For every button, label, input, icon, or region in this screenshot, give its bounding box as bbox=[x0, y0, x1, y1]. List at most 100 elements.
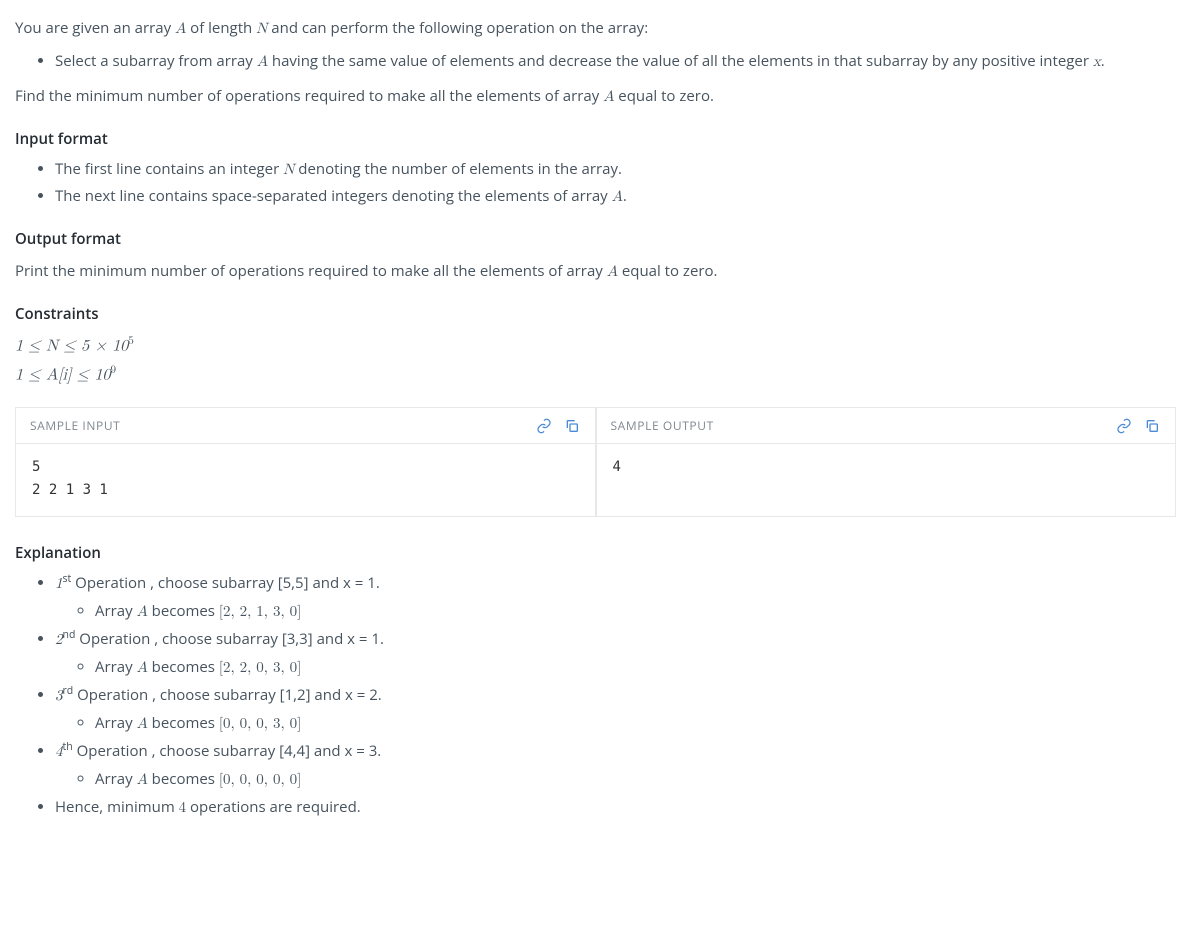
intro-text: and can perform the following operation … bbox=[267, 18, 648, 38]
constraints-block: 1 ≤ N ≤ 5 × 105 1 ≤ A[i] ≤ 109 bbox=[15, 332, 1176, 389]
sub-list: Array A becomes [2, 2, 0, 3, 0] bbox=[55, 655, 1176, 680]
array-label: Array bbox=[95, 769, 137, 789]
text: operations are required. bbox=[186, 797, 361, 817]
math-A: A bbox=[137, 772, 148, 787]
sample-input-title: SAMPLE INPUT bbox=[30, 416, 525, 435]
becomes-text: becomes bbox=[148, 601, 219, 621]
constraints-heading: Constraints bbox=[15, 302, 1176, 326]
array-label: Array bbox=[95, 657, 137, 677]
find-text: equal to zero. bbox=[614, 86, 714, 106]
input-format-heading: Input format bbox=[15, 127, 1176, 151]
bullet-text: having the same value of elements and de… bbox=[268, 51, 1093, 71]
math-expr: 1 ≤ bbox=[15, 367, 46, 383]
link-icon[interactable] bbox=[1115, 417, 1133, 435]
text: Print the minimum number of operations r… bbox=[15, 261, 607, 281]
constraint-2: 1 ≤ A[i] ≤ 109 bbox=[15, 361, 1176, 390]
copy-icon[interactable] bbox=[563, 417, 581, 435]
explanation-item: 3rd Operation , choose subarray [1,2] an… bbox=[55, 683, 1176, 736]
math-sup: 5 bbox=[128, 336, 134, 347]
output-format-text: Print the minimum number of operations r… bbox=[15, 259, 1176, 284]
operation-list: Select a subarray from array A having th… bbox=[15, 49, 1176, 74]
sample-output-header: SAMPLE OUTPUT bbox=[597, 408, 1176, 444]
math-A: A bbox=[175, 21, 186, 36]
math-A: A bbox=[603, 89, 614, 104]
operation-text: Operation , choose subarray [5,5] and x … bbox=[71, 573, 380, 593]
becomes-text: becomes bbox=[148, 769, 219, 789]
find-line: Find the minimum number of operations re… bbox=[15, 84, 1176, 109]
sample-output-box: SAMPLE OUTPUT 4 bbox=[596, 407, 1177, 517]
ordinal: 2 bbox=[55, 632, 63, 647]
link-icon[interactable] bbox=[535, 417, 553, 435]
sample-output-title: SAMPLE OUTPUT bbox=[611, 416, 1106, 435]
ordinal: 3 bbox=[55, 688, 63, 703]
text: . bbox=[623, 186, 627, 206]
ordinal-sup: st bbox=[63, 572, 72, 586]
array-state: Array A becomes [0, 0, 0, 3, 0] bbox=[95, 711, 1176, 736]
input-format-item: The next line contains space-separated i… bbox=[55, 184, 1176, 209]
math-A: A bbox=[137, 660, 148, 675]
explanation-final: Hence, minimum 4 operations are required… bbox=[55, 795, 1176, 820]
math-A: A bbox=[137, 716, 148, 731]
bullet-text: . bbox=[1101, 51, 1105, 71]
array-value: [0, 0, 0, 0, 0] bbox=[219, 772, 301, 787]
math-A: A bbox=[612, 189, 623, 204]
sample-container: SAMPLE INPUT 5 2 2 1 3 1 SAMPLE OUTPUT 4 bbox=[15, 407, 1176, 517]
sub-list: Array A becomes [2, 2, 1, 3, 0] bbox=[55, 599, 1176, 624]
copy-icon[interactable] bbox=[1143, 417, 1161, 435]
math-expr: A[i] bbox=[46, 367, 71, 383]
operation-text: Operation , choose subarray [1,2] and x … bbox=[73, 685, 382, 705]
intro-text: of length bbox=[186, 18, 256, 38]
math-A: A bbox=[257, 54, 268, 69]
array-state: Array A becomes [2, 2, 1, 3, 0] bbox=[95, 599, 1176, 624]
text: equal to zero. bbox=[618, 261, 718, 281]
intro-text: You are given an array bbox=[15, 18, 175, 38]
text: The first line contains an integer bbox=[55, 159, 283, 179]
math-expr: 1 ≤ N ≤ 5 × 10 bbox=[15, 338, 128, 354]
explanation-item: 1st Operation , choose subarray [5,5] an… bbox=[55, 571, 1176, 624]
sample-input-body: 5 2 2 1 3 1 bbox=[16, 444, 595, 516]
sub-list: Array A becomes [0, 0, 0, 0, 0] bbox=[55, 767, 1176, 792]
math-N: N bbox=[283, 162, 294, 177]
math-A: A bbox=[137, 604, 148, 619]
explanation-heading: Explanation bbox=[15, 541, 1176, 565]
math-A: A bbox=[607, 264, 618, 279]
explanation-list: 1st Operation , choose subarray [5,5] an… bbox=[15, 571, 1176, 820]
array-value: [2, 2, 1, 3, 0] bbox=[219, 604, 301, 619]
find-text: Find the minimum number of operations re… bbox=[15, 86, 603, 106]
math-expr: ≤ 10 bbox=[71, 367, 110, 383]
input-format-item: The first line contains an integer N den… bbox=[55, 157, 1176, 182]
ordinal: 1 bbox=[55, 576, 63, 591]
ordinal: 4 bbox=[55, 744, 63, 759]
text: The next line contains space-separated i… bbox=[55, 186, 612, 206]
becomes-text: becomes bbox=[148, 713, 219, 733]
final-num: 4 bbox=[179, 800, 187, 815]
sub-list: Array A becomes [0, 0, 0, 3, 0] bbox=[55, 711, 1176, 736]
text: denoting the number of elements in the a… bbox=[294, 159, 622, 179]
ordinal-sup: th bbox=[63, 740, 73, 754]
array-state: Array A becomes [0, 0, 0, 0, 0] bbox=[95, 767, 1176, 792]
explanation-item: 4th Operation , choose subarray [4,4] an… bbox=[55, 739, 1176, 792]
bullet-text: Select a subarray from array bbox=[55, 51, 257, 71]
text: Hence, minimum bbox=[55, 797, 179, 817]
math-N: N bbox=[256, 21, 267, 36]
sample-input-box: SAMPLE INPUT 5 2 2 1 3 1 bbox=[15, 407, 596, 517]
array-value: [0, 0, 0, 3, 0] bbox=[219, 716, 301, 731]
ordinal-sup: rd bbox=[63, 684, 74, 698]
operation-text: Operation , choose subarray [3,3] and x … bbox=[75, 629, 384, 649]
operation-text: Operation , choose subarray [4,4] and x … bbox=[73, 741, 382, 761]
explanation-item: 2nd Operation , choose subarray [3,3] an… bbox=[55, 627, 1176, 680]
intro-line-1: You are given an array A of length N and… bbox=[15, 16, 1176, 41]
math-sup: 9 bbox=[111, 365, 117, 376]
operation-bullet: Select a subarray from array A having th… bbox=[55, 49, 1176, 74]
output-format-heading: Output format bbox=[15, 227, 1176, 251]
sample-input-header: SAMPLE INPUT bbox=[16, 408, 595, 444]
array-value: [2, 2, 0, 3, 0] bbox=[219, 660, 301, 675]
sample-output-body: 4 bbox=[597, 444, 1176, 516]
input-format-list: The first line contains an integer N den… bbox=[15, 157, 1176, 209]
array-state: Array A becomes [2, 2, 0, 3, 0] bbox=[95, 655, 1176, 680]
math-x: x bbox=[1093, 54, 1101, 69]
becomes-text: becomes bbox=[148, 657, 219, 677]
constraint-1: 1 ≤ N ≤ 5 × 105 bbox=[15, 332, 1176, 361]
array-label: Array bbox=[95, 713, 137, 733]
ordinal-sup: nd bbox=[63, 628, 76, 642]
